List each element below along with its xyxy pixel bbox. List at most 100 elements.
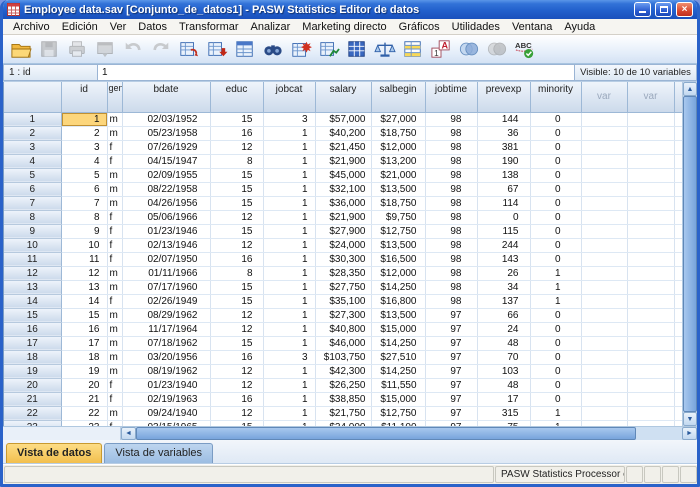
- table-cell[interactable]: 0: [477, 210, 530, 224]
- table-cell[interactable]: [581, 308, 627, 322]
- table-cell[interactable]: 97: [425, 406, 477, 420]
- table-cell[interactable]: [581, 406, 627, 420]
- cell-editor[interactable]: [98, 64, 575, 81]
- table-cell[interactable]: [627, 252, 674, 266]
- row-number[interactable]: 12: [4, 266, 61, 280]
- table-cell[interactable]: 16: [61, 322, 107, 336]
- table-cell[interactable]: $26,250: [315, 378, 371, 392]
- table-cell[interactable]: [674, 168, 682, 182]
- table-cell[interactable]: 1: [263, 140, 315, 154]
- table-cell[interactable]: 17: [61, 336, 107, 350]
- table-cell[interactable]: 98: [425, 112, 477, 126]
- table-cell[interactable]: 0: [530, 336, 581, 350]
- table-cell[interactable]: $45,000: [315, 168, 371, 182]
- table-cell[interactable]: 16: [210, 350, 263, 364]
- table-cell[interactable]: 12: [210, 378, 263, 392]
- table-cell[interactable]: 97: [425, 378, 477, 392]
- table-cell[interactable]: 04/26/1956: [122, 196, 210, 210]
- table-cell[interactable]: 98: [425, 126, 477, 140]
- table-cell[interactable]: m: [107, 406, 122, 420]
- table-cell[interactable]: f: [107, 140, 122, 154]
- row-number[interactable]: 16: [4, 322, 61, 336]
- close-button[interactable]: ×: [676, 2, 693, 17]
- table-cell[interactable]: 1: [263, 224, 315, 238]
- table-cell[interactable]: $24,000: [315, 238, 371, 252]
- table-cell[interactable]: 26: [477, 266, 530, 280]
- table-cell[interactable]: 02/13/1946: [122, 238, 210, 252]
- table-cell[interactable]: $32,100: [315, 182, 371, 196]
- scroll-up-icon[interactable]: ▲: [683, 82, 697, 96]
- menu-ventana[interactable]: Ventana: [506, 20, 558, 34]
- table-cell[interactable]: $13,500: [371, 238, 425, 252]
- tab-vista-de-datos[interactable]: Vista de datos: [6, 443, 102, 463]
- table-cell[interactable]: 115: [477, 224, 530, 238]
- table-cell[interactable]: 15: [210, 182, 263, 196]
- table-cell[interactable]: 12: [210, 210, 263, 224]
- table-cell[interactable]: 02/07/1950: [122, 252, 210, 266]
- table-cell[interactable]: $38,850: [315, 392, 371, 406]
- table-cell[interactable]: m: [107, 196, 122, 210]
- table-cell[interactable]: [627, 378, 674, 392]
- table-cell[interactable]: 16: [210, 392, 263, 406]
- tab-vista-de-variables[interactable]: Vista de variables: [104, 443, 213, 463]
- row-number[interactable]: 14: [4, 294, 61, 308]
- table-cell[interactable]: [581, 224, 627, 238]
- table-cell[interactable]: $46,000: [315, 336, 371, 350]
- table-cell[interactable]: [581, 336, 627, 350]
- table-cell[interactable]: 19: [61, 364, 107, 378]
- table-cell[interactable]: [627, 182, 674, 196]
- column-header-jobtime[interactable]: jobtime: [425, 82, 477, 112]
- table-cell[interactable]: [581, 266, 627, 280]
- table-cell[interactable]: 12: [210, 406, 263, 420]
- table-cell[interactable]: m: [107, 280, 122, 294]
- table-cell[interactable]: f: [107, 392, 122, 406]
- table-cell[interactable]: 0: [530, 154, 581, 168]
- table-cell[interactable]: 315: [477, 406, 530, 420]
- split-file-icon[interactable]: [343, 37, 371, 62]
- table-cell[interactable]: 8: [210, 266, 263, 280]
- row-number[interactable]: 17: [4, 336, 61, 350]
- table-cell[interactable]: 0: [530, 308, 581, 322]
- table-cell[interactable]: 1: [263, 308, 315, 322]
- table-cell[interactable]: [627, 294, 674, 308]
- table-cell[interactable]: f: [107, 210, 122, 224]
- table-cell[interactable]: $40,800: [315, 322, 371, 336]
- table-cell[interactable]: 2: [61, 126, 107, 140]
- table-cell[interactable]: 15: [210, 112, 263, 126]
- table-cell[interactable]: [674, 238, 682, 252]
- table-cell[interactable]: 8: [210, 154, 263, 168]
- table-cell[interactable]: 1: [263, 168, 315, 182]
- table-cell[interactable]: 15: [210, 280, 263, 294]
- table-cell[interactable]: 1: [263, 406, 315, 420]
- table-cell[interactable]: m: [107, 364, 122, 378]
- table-cell[interactable]: [581, 294, 627, 308]
- table-cell[interactable]: 1: [263, 392, 315, 406]
- table-cell[interactable]: 02/03/1952: [122, 112, 210, 126]
- table-cell[interactable]: 1: [263, 196, 315, 210]
- goto-case-icon[interactable]: [175, 37, 203, 62]
- column-header-gender[interactable]: gender: [107, 82, 122, 112]
- table-cell[interactable]: 1: [263, 182, 315, 196]
- table-cell[interactable]: [674, 210, 682, 224]
- insert-cases-icon[interactable]: [287, 37, 315, 62]
- table-cell[interactable]: 98: [425, 154, 477, 168]
- table-cell[interactable]: $14,250: [371, 336, 425, 350]
- table-cell[interactable]: [627, 112, 674, 126]
- use-variable-sets-icon[interactable]: [455, 37, 483, 62]
- table-cell[interactable]: [674, 364, 682, 378]
- table-cell[interactable]: $12,000: [371, 266, 425, 280]
- column-header-prevexp[interactable]: prevexp: [477, 82, 530, 112]
- table-cell[interactable]: 07/26/1929: [122, 140, 210, 154]
- table-cell[interactable]: [581, 364, 627, 378]
- minimize-button[interactable]: [634, 2, 651, 17]
- table-cell[interactable]: 1: [263, 336, 315, 350]
- row-number[interactable]: 6: [4, 182, 61, 196]
- table-cell[interactable]: m: [107, 182, 122, 196]
- table-cell[interactable]: [674, 154, 682, 168]
- table-cell[interactable]: 0: [530, 252, 581, 266]
- table-cell[interactable]: 15: [61, 308, 107, 322]
- table-cell[interactable]: [581, 322, 627, 336]
- table-cell[interactable]: 0: [530, 378, 581, 392]
- table-cell[interactable]: [581, 392, 627, 406]
- column-header-salary[interactable]: salary: [315, 82, 371, 112]
